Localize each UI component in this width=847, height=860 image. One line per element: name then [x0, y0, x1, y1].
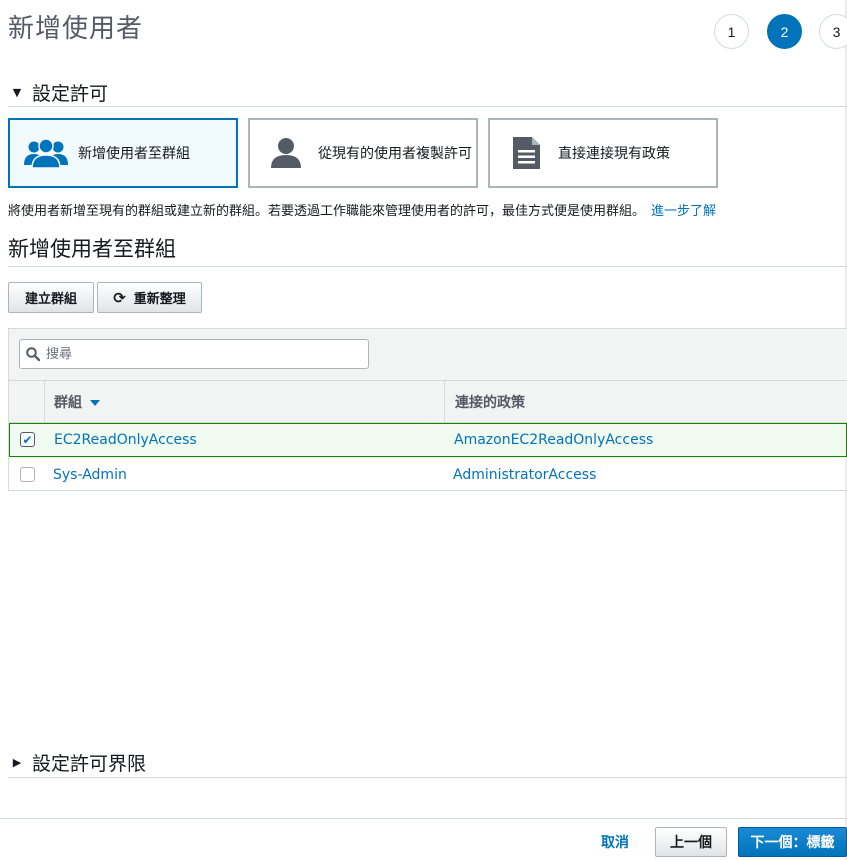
table-filter-bar	[9, 329, 847, 381]
users-group-icon	[22, 133, 70, 173]
option-add-to-group[interactable]: 新增使用者至群組	[8, 118, 238, 188]
search-icon	[26, 347, 40, 361]
divider	[8, 266, 847, 267]
search-box[interactable]	[19, 339, 369, 369]
table-header: 群組 連接的政策	[9, 381, 847, 423]
next-tags-button[interactable]: 下一個：標籤	[738, 827, 847, 857]
sort-desc-icon	[90, 400, 100, 406]
option-attach-policies-label: 直接連接現有政策	[558, 146, 670, 162]
description-text: 將使用者新增至現有的群組或建立新的群組。若要透過工作職能來管理使用者的許可，最佳…	[8, 204, 646, 219]
divider	[8, 106, 847, 107]
column-divider	[44, 381, 45, 423]
refresh-button-label: 重新整理	[133, 292, 186, 307]
policy-link[interactable]: AdministratorAccess	[453, 458, 596, 492]
column-divider	[444, 381, 445, 423]
option-description: 將使用者新增至現有的群組或建立新的群組。若要透過工作職能來管理使用者的許可，最佳…	[8, 200, 716, 219]
option-copy-permissions[interactable]: 從現有的使用者複製許可	[248, 118, 478, 188]
refresh-icon: ⟳	[113, 288, 126, 307]
boundary-section-toggle[interactable]: ▶ 設定許可界限	[8, 749, 146, 776]
previous-button[interactable]: 上一個	[655, 827, 727, 857]
learn-more-link[interactable]: 進一步了解	[651, 204, 716, 219]
document-icon	[502, 133, 550, 173]
create-group-button[interactable]: 建立群組	[8, 282, 94, 313]
column-header-group[interactable]: 群組	[54, 381, 100, 423]
option-attach-policies[interactable]: 直接連接現有政策	[488, 118, 718, 188]
group-name-link[interactable]: Sys-Admin	[53, 458, 127, 492]
refresh-button[interactable]: ⟳ 重新整理	[97, 282, 202, 313]
user-icon	[262, 133, 310, 173]
step-1-indicator[interactable]: 1	[714, 14, 749, 49]
step-3-indicator[interactable]: 3	[819, 14, 847, 49]
search-input[interactable]	[46, 346, 346, 362]
caret-right-icon: ▶	[12, 756, 22, 769]
policy-link[interactable]: AmazonEC2ReadOnlyAccess	[454, 423, 653, 457]
column-header-policy[interactable]: 連接的政策	[455, 381, 525, 423]
groups-table: 群組 連接的政策 ✔ EC2ReadOnlyAccess AmazonEC2Re…	[8, 328, 847, 491]
option-copy-permissions-label: 從現有的使用者複製許可	[318, 146, 472, 162]
table-row[interactable]: Sys-Admin AdministratorAccess	[9, 457, 847, 491]
table-row[interactable]: ✔ EC2ReadOnlyAccess AmazonEC2ReadOnlyAcc…	[9, 423, 847, 457]
row-checkbox[interactable]	[20, 467, 35, 482]
page-title: 新增使用者	[8, 14, 144, 44]
column-header-group-label: 群組	[54, 395, 82, 411]
boundary-section-title: 設定許可界限	[32, 753, 147, 775]
permissions-section-toggle[interactable]: ▼ 設定許可	[8, 79, 108, 106]
divider	[8, 777, 847, 778]
add-to-group-title: 新增使用者至群組	[8, 237, 176, 261]
group-name-link[interactable]: EC2ReadOnlyAccess	[54, 423, 197, 457]
cancel-button[interactable]: 取消	[601, 832, 629, 852]
caret-down-icon: ▼	[12, 86, 22, 99]
permissions-section-title: 設定許可	[32, 83, 109, 105]
step-2-indicator: 2	[767, 14, 802, 49]
footer-divider	[0, 818, 847, 819]
option-add-to-group-label: 新增使用者至群組	[78, 146, 190, 162]
row-checkbox[interactable]: ✔	[20, 432, 35, 447]
